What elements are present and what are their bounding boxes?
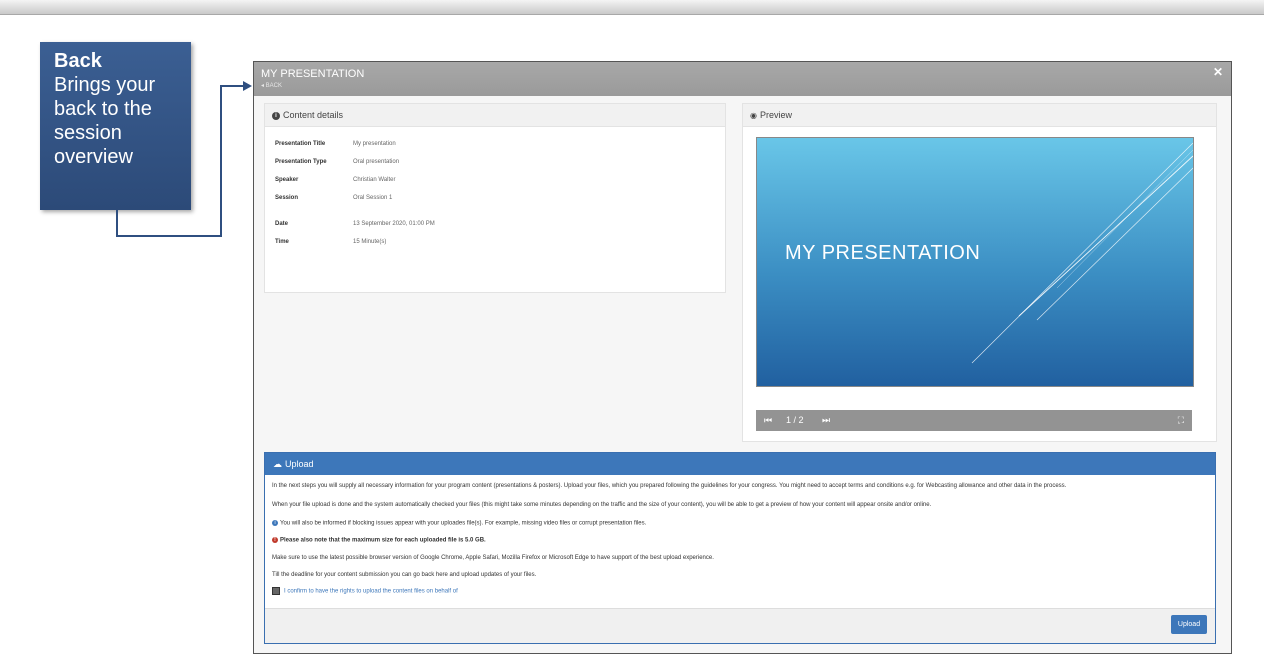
preview-panel: ◉ Preview MY PRESENTATION ⏮ 1 / 2 ⏭ ⛶ bbox=[742, 103, 1217, 442]
preview-header: ◉ Preview bbox=[743, 104, 1216, 127]
upload-info-line: i You will also be informed if blocking i… bbox=[272, 520, 646, 527]
detail-value: My presentation bbox=[353, 141, 396, 147]
slide-preview: MY PRESENTATION bbox=[756, 137, 1194, 387]
back-link[interactable]: ◂ BACK bbox=[261, 82, 282, 89]
detail-value: 13 September 2020, 01:00 PM bbox=[353, 221, 435, 227]
slide-title: MY PRESENTATION bbox=[785, 242, 981, 264]
upload-paragraph: When your file upload is done and the sy… bbox=[272, 502, 932, 508]
page-indicator: 1 / 2 bbox=[786, 415, 804, 425]
detail-value: 15 Minute(s) bbox=[353, 239, 387, 245]
upload-warning-line: ! Please also note that the maximum size … bbox=[272, 537, 486, 544]
callout-connector-arrow bbox=[116, 81, 252, 237]
detail-label: Presentation Type bbox=[275, 159, 327, 165]
detail-label: Presentation Title bbox=[275, 141, 326, 147]
upload-paragraph: Make sure to use the latest possible bro… bbox=[272, 555, 714, 561]
slide-player-controls: ⏮ 1 / 2 ⏭ ⛶ bbox=[756, 410, 1192, 431]
consent-label[interactable]: I confirm to have the rights to upload t… bbox=[284, 589, 458, 595]
upload-paragraph: You will also be informed if blocking is… bbox=[280, 520, 647, 527]
upload-panel: ☁ Upload In the next steps you will suppl… bbox=[264, 452, 1216, 644]
upload-title: Upload bbox=[285, 459, 314, 469]
eye-icon: ◉ bbox=[750, 111, 757, 120]
next-slide-icon[interactable]: ⏭ bbox=[822, 415, 830, 426]
modal-title: MY PRESENTATION bbox=[261, 68, 365, 80]
upload-footer: Upload bbox=[265, 608, 1215, 643]
consent-row[interactable]: I confirm to have the rights to upload t… bbox=[272, 587, 458, 595]
info-icon: i bbox=[272, 520, 278, 526]
upload-paragraph: Till the deadline for your content submi… bbox=[272, 572, 537, 578]
consent-checkbox[interactable] bbox=[272, 587, 280, 595]
content-details-title: Content details bbox=[283, 110, 344, 120]
content-details-panel: i Content details Presentation Title My p… bbox=[264, 103, 726, 293]
preview-title: Preview bbox=[759, 110, 792, 120]
detail-label: Date bbox=[275, 221, 289, 227]
modal-body: i Content details Presentation Title My p… bbox=[254, 96, 1231, 653]
cloud-upload-icon: ☁ bbox=[273, 459, 282, 469]
presentation-modal: MY PRESENTATION ◂ BACK ✕ i Content detail… bbox=[253, 61, 1232, 654]
content-details-header: i Content details bbox=[265, 104, 725, 127]
upload-header: ☁ Upload bbox=[265, 453, 1215, 475]
upload-paragraph: Please also note that the maximum size f… bbox=[280, 537, 486, 544]
warning-icon: ! bbox=[272, 537, 278, 543]
detail-value: Oral Session 1 bbox=[353, 195, 393, 201]
fullscreen-icon[interactable]: ⛶ bbox=[1178, 415, 1184, 426]
detail-label: Session bbox=[275, 195, 299, 201]
detail-value: Oral presentation bbox=[353, 159, 400, 165]
close-icon[interactable]: ✕ bbox=[1213, 65, 1223, 79]
info-icon: i bbox=[272, 111, 280, 120]
modal-header: MY PRESENTATION ◂ BACK ✕ bbox=[254, 62, 1231, 96]
upload-button[interactable]: Upload bbox=[1171, 615, 1207, 634]
previous-slide-icon[interactable]: ⏮ bbox=[764, 415, 772, 426]
detail-label: Speaker bbox=[275, 177, 299, 183]
detail-label: Time bbox=[275, 239, 289, 245]
detail-value: Christian Walter bbox=[353, 177, 396, 183]
upload-paragraph: In the next steps you will supply all ne… bbox=[272, 483, 1067, 489]
